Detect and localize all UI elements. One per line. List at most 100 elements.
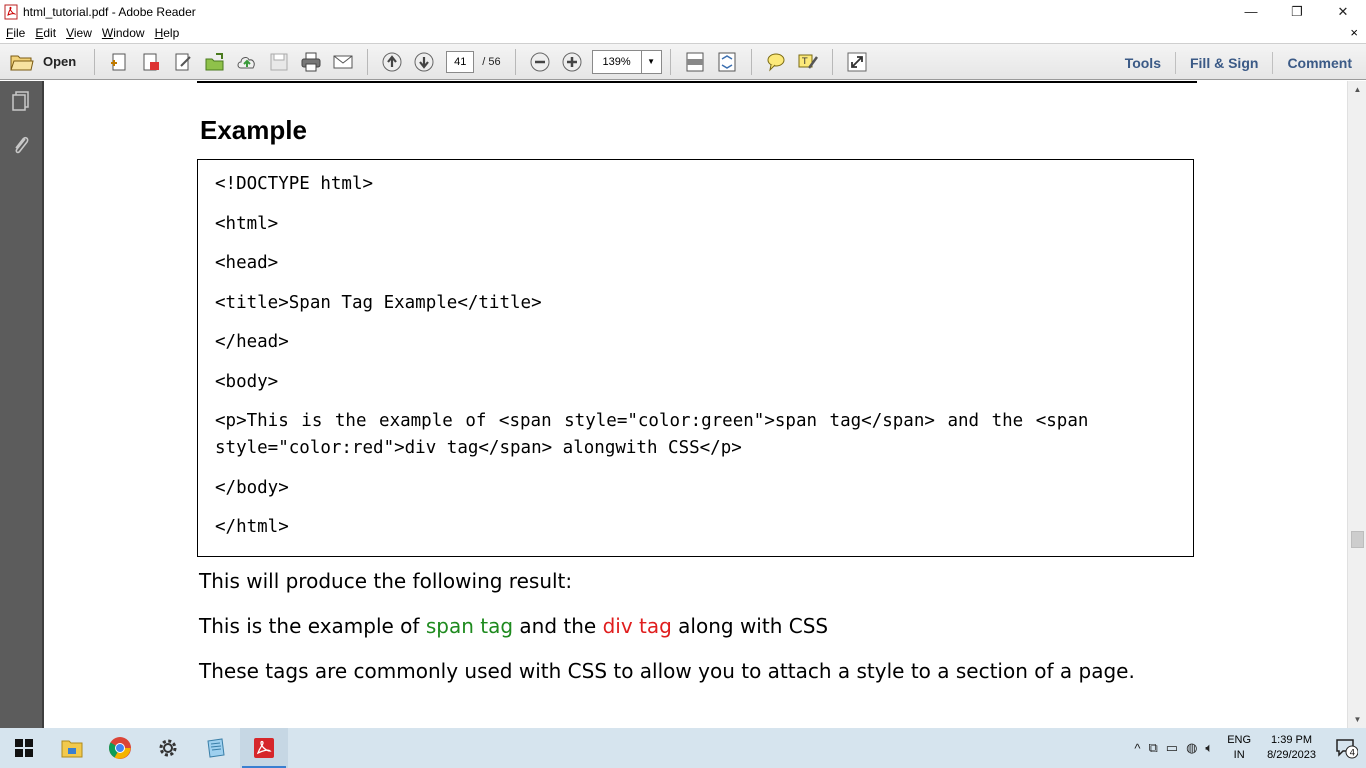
notification-center-icon: 4 — [1336, 739, 1358, 759]
toolbar-separator — [750, 48, 752, 75]
chrome-icon — [109, 737, 131, 759]
result-output: This is the example of span tag and the … — [199, 614, 828, 638]
menu-help[interactable]: Help — [150, 26, 185, 40]
adobe-reader-icon — [254, 738, 274, 758]
toolbar-separator — [831, 48, 833, 75]
create-pdf-button[interactable] — [104, 47, 134, 77]
menu-file[interactable]: File — [0, 26, 30, 40]
menu-edit[interactable]: Edit — [30, 26, 61, 40]
taskbar-adobe-reader[interactable] — [240, 728, 288, 768]
show-hidden-icons-chevron-icon[interactable]: ^ — [1134, 741, 1140, 756]
toolbar-separator — [514, 48, 516, 75]
fill-sign-pane-button[interactable]: Fill & Sign — [1176, 44, 1272, 81]
fit-page-icon — [686, 52, 704, 71]
clock-time: 1:39 PM — [1271, 734, 1313, 746]
print-button[interactable] — [296, 47, 326, 77]
toolbar-separator — [669, 48, 671, 75]
page-total: / 56 — [482, 55, 501, 68]
envelope-icon — [333, 55, 353, 68]
pdf-file-icon — [4, 4, 18, 19]
windows-logo-icon — [15, 739, 33, 757]
code-line: </html> — [215, 517, 289, 537]
arrow-down-circle-icon — [414, 52, 434, 71]
send-files-icon — [205, 52, 224, 70]
code-line: <p>This is the example of <span style="c… — [215, 411, 1089, 431]
fit-width-icon — [718, 52, 736, 71]
scroll-thumb[interactable] — [1351, 531, 1364, 548]
next-page-button[interactable] — [409, 47, 439, 77]
fit-page-button[interactable] — [680, 47, 710, 77]
system-tray: ^ ⧉ ▭ ◍ 🔈︎ ENG IN 1:39 PM 8/29/2023 4 — [1130, 728, 1366, 768]
menu-view[interactable]: View — [61, 26, 97, 40]
zoom-select[interactable]: 139% ▼ — [591, 49, 662, 74]
plus-circle-icon — [562, 52, 582, 71]
taskbar-notepad[interactable] — [192, 728, 240, 768]
taskbar-chrome[interactable] — [96, 728, 144, 768]
battery-icon[interactable]: ▭ — [1166, 740, 1178, 756]
document-view[interactable]: Example <!DOCTYPE html> <html> <head> <t… — [46, 81, 1347, 728]
window-title: html_tutorial.pdf - Adobe Reader — [23, 4, 196, 19]
volume-icon[interactable]: 🔈︎ — [1205, 740, 1213, 756]
upload-cloud-button[interactable] — [232, 47, 262, 77]
fit-width-button[interactable] — [712, 47, 742, 77]
menu-window[interactable]: Window — [97, 26, 150, 40]
minimize-button[interactable]: — — [1228, 0, 1274, 23]
highlight-button[interactable]: T — [793, 47, 823, 77]
scroll-up-arrow-icon[interactable]: ▲ — [1348, 81, 1366, 98]
speech-bubble-icon — [767, 53, 785, 72]
svg-text:T: T — [801, 57, 808, 67]
red-span-text: div tag — [602, 614, 672, 638]
sticky-note-button[interactable] — [761, 47, 791, 77]
result-text: along with CSS — [671, 614, 829, 638]
send-files-button[interactable] — [200, 47, 230, 77]
close-window-button[interactable]: ✕ — [1320, 0, 1366, 23]
clock[interactable]: 1:39 PM 8/29/2023 — [1267, 733, 1316, 763]
previous-page-button[interactable] — [377, 47, 407, 77]
closing-paragraph: These tags are commonly used with CSS to… — [199, 659, 1135, 683]
taskbar-settings[interactable] — [144, 728, 192, 768]
email-button[interactable] — [328, 47, 358, 77]
vertical-scrollbar[interactable]: ▲ ▼ — [1347, 81, 1366, 728]
page-number-input[interactable]: 41 — [446, 50, 475, 73]
close-document-button[interactable]: × — [1350, 25, 1358, 40]
result-intro: This will produce the following result: — [199, 569, 573, 593]
zoom-out-button[interactable] — [525, 47, 555, 77]
menu-bar: File Edit View Window Help × — [0, 23, 1366, 43]
zoom-value: 139% — [602, 55, 631, 68]
code-line: style="color:red">div tag</span> alongwi… — [215, 438, 742, 458]
zoom-in-button[interactable] — [557, 47, 587, 77]
start-button[interactable] — [0, 728, 48, 768]
network-globe-icon[interactable]: ◍ — [1186, 740, 1197, 756]
create-pdf-icon — [111, 53, 126, 70]
tools-pane-button[interactable]: Tools — [1111, 44, 1175, 81]
scroll-down-arrow-icon[interactable]: ▼ — [1348, 711, 1366, 728]
toolbar-separator — [94, 48, 96, 75]
open-button[interactable]: Open — [0, 47, 86, 77]
notifications-button[interactable]: 4 — [1326, 728, 1366, 768]
code-example-box: <!DOCTYPE html> <html> <head> <title>Spa… — [197, 159, 1194, 557]
meet-now-icon[interactable]: ⧉ — [1148, 740, 1157, 756]
edit-pdf-icon — [175, 53, 191, 70]
attachment-paperclip-icon[interactable] — [9, 133, 33, 157]
folder-icon — [10, 55, 34, 70]
code-line: <!DOCTYPE html> — [215, 174, 374, 194]
window-controls: — ❐ ✕ — [1228, 0, 1366, 23]
input-language[interactable]: ENG IN — [1227, 733, 1251, 763]
cloud-upload-icon — [237, 56, 255, 68]
save-icon — [270, 53, 288, 70]
result-text: and the — [513, 614, 603, 638]
save-button[interactable] — [264, 47, 294, 77]
restore-button[interactable]: ❐ — [1274, 0, 1320, 23]
code-line: <html> — [215, 214, 279, 234]
full-screen-button[interactable] — [842, 47, 872, 77]
notification-count: 4 — [1350, 749, 1356, 759]
chevron-down-icon[interactable]: ▼ — [640, 50, 661, 73]
code-line: <head> — [215, 253, 279, 273]
result-text: This is the example of — [199, 614, 426, 638]
export-pdf-button[interactable] — [136, 47, 166, 77]
edit-pdf-button[interactable] — [168, 47, 198, 77]
printer-icon — [301, 52, 321, 71]
taskbar-file-explorer[interactable] — [48, 728, 96, 768]
comment-pane-button[interactable]: Comment — [1273, 44, 1366, 81]
page-thumbnails-icon[interactable] — [9, 89, 33, 113]
